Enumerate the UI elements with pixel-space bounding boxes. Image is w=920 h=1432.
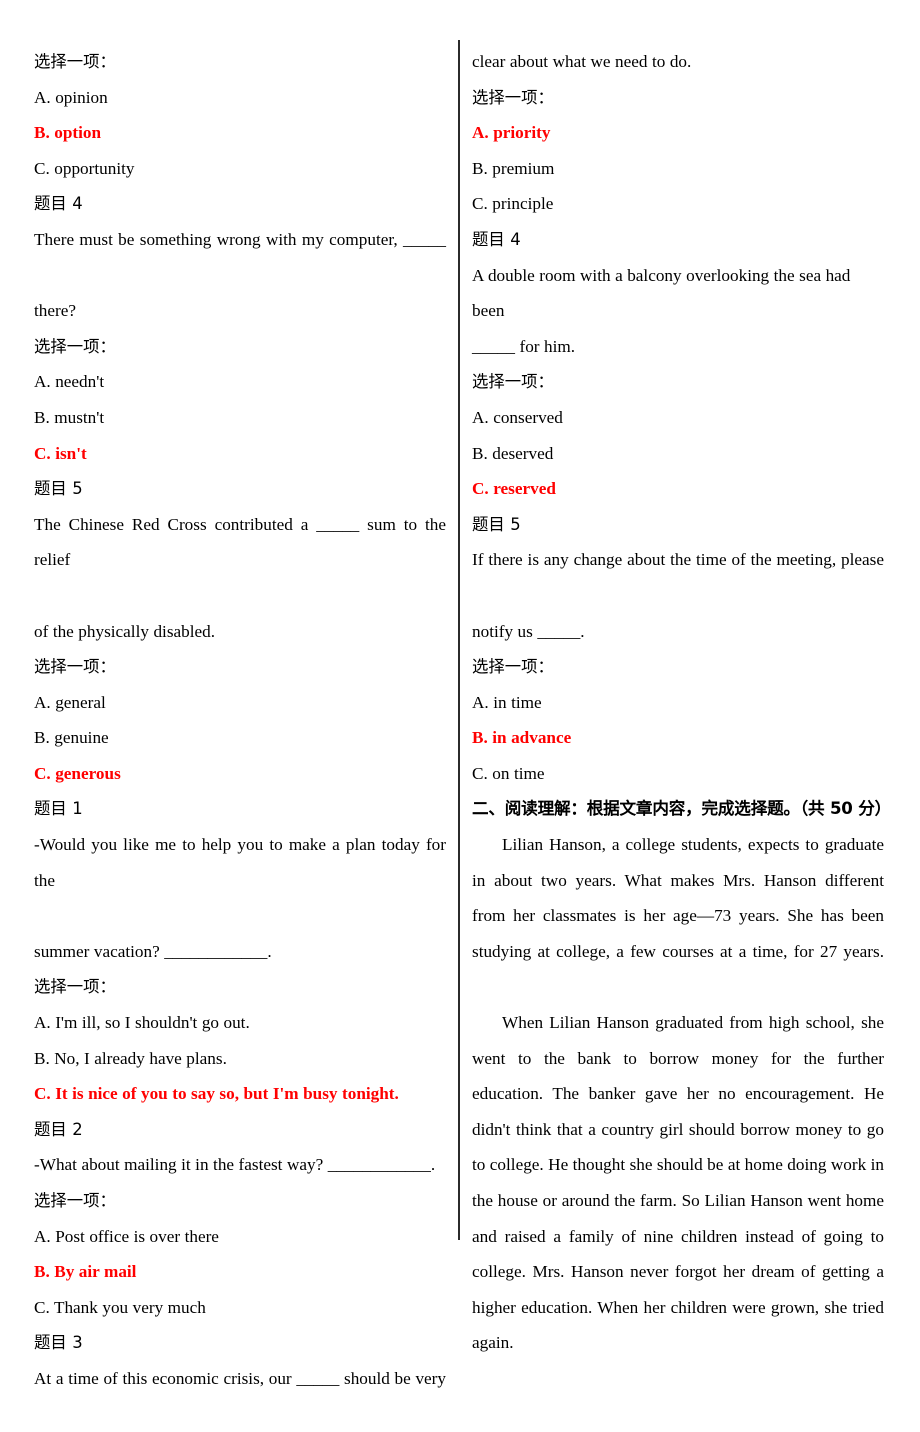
question-stem-line: -Would you like me to help you to make a…: [34, 835, 451, 890]
option-a[interactable]: A. in time: [472, 685, 884, 721]
option-c[interactable]: C. opportunity: [34, 151, 446, 187]
choose-one-label: 选择一项：: [34, 336, 116, 356]
question-number: 题目 5: [34, 479, 83, 499]
option-b-correct[interactable]: B. By air mail: [34, 1254, 446, 1290]
option-a[interactable]: A. conserved: [472, 400, 884, 436]
option-b-correct[interactable]: B. in advance: [472, 720, 884, 756]
choose-one-label: 选择一项：: [472, 372, 554, 392]
option-a-correct[interactable]: A. priority: [472, 115, 884, 151]
question-number: 题目 2: [34, 1119, 83, 1139]
option-c-correct[interactable]: C. It is nice of you to say so, but I'm …: [34, 1076, 446, 1112]
question-number: 题目 4: [472, 229, 521, 249]
question-number: 题目 5: [472, 514, 521, 534]
option-b[interactable]: B. genuine: [34, 720, 446, 756]
option-a[interactable]: A. opinion: [34, 80, 446, 116]
option-a[interactable]: A. I'm ill, so I shouldn't go out.: [34, 1005, 446, 1041]
option-b[interactable]: B. deserved: [472, 436, 884, 472]
option-b[interactable]: B. premium: [472, 151, 884, 187]
left-column: 选择一项： A. opinion B. option C. opportunit…: [34, 44, 446, 1432]
question-stem-line: The Chinese Red Cross contributed a ____…: [34, 514, 451, 570]
question-stem-line: _____ for him.: [472, 336, 576, 356]
option-c-correct[interactable]: C. generous: [34, 756, 446, 792]
section-heading-reading: 二、阅读理解：根据文章内容，完成选择题。（共 50 分）: [472, 799, 891, 819]
question-stem-line: of the physically disabled.: [34, 621, 216, 641]
question-stem-line: there?: [34, 301, 76, 321]
option-a[interactable]: A. needn't: [34, 364, 446, 400]
choose-one-label: 选择一项：: [34, 977, 116, 997]
option-a[interactable]: A. Post office is over there: [34, 1219, 446, 1255]
option-b-correct[interactable]: B. option: [34, 115, 446, 151]
question-stem-line: If there is any change about the time of…: [472, 550, 884, 570]
question-stem-line: clear about what we need to do.: [472, 52, 692, 71]
option-b[interactable]: B. No, I already have plans.: [34, 1041, 446, 1077]
question-number: 题目 4: [34, 194, 83, 214]
option-c[interactable]: C. Thank you very much: [34, 1290, 446, 1326]
question-stem-line: notify us _____.: [472, 621, 585, 641]
option-b[interactable]: B. mustn't: [34, 400, 446, 436]
choose-one-label: 选择一项：: [472, 87, 554, 107]
choose-one-label: 选择一项：: [472, 657, 554, 677]
option-c-correct[interactable]: C. reserved: [472, 471, 884, 507]
passage-paragraph: When Lilian Hanson graduated from high s…: [472, 1013, 884, 1353]
column-divider: [458, 40, 460, 1240]
right-column: clear about what we need to do. 选择一项： A.…: [472, 44, 891, 1361]
question-number: 题目 3: [34, 1333, 83, 1353]
option-c[interactable]: C. principle: [472, 186, 884, 222]
choose-one-label: 选择一项：: [34, 1191, 116, 1210]
choose-one-label: 选择一项：: [34, 657, 116, 677]
exam-page: 选择一项： A. opinion B. option C. opportunit…: [0, 0, 920, 1388]
question-stem-line: -What about mailing it in the fastest wa…: [34, 1155, 436, 1175]
choose-one-label: 选择一项：: [34, 52, 116, 71]
question-stem-line: summer vacation? ____________.: [34, 941, 272, 961]
question-stem-line: There must be something wrong with my co…: [34, 229, 446, 249]
option-c[interactable]: C. on time: [472, 756, 884, 792]
question-stem-line: A double room with a balcony overlooking…: [472, 265, 855, 321]
question-stem-line: At a time of this economic crisis, our _…: [34, 1368, 446, 1388]
option-a[interactable]: A. general: [34, 685, 446, 721]
question-number: 题目 1: [34, 799, 83, 819]
passage-paragraph: Lilian Hanson, a college students, expec…: [472, 835, 884, 961]
option-c-correct[interactable]: C. isn't: [34, 436, 446, 472]
